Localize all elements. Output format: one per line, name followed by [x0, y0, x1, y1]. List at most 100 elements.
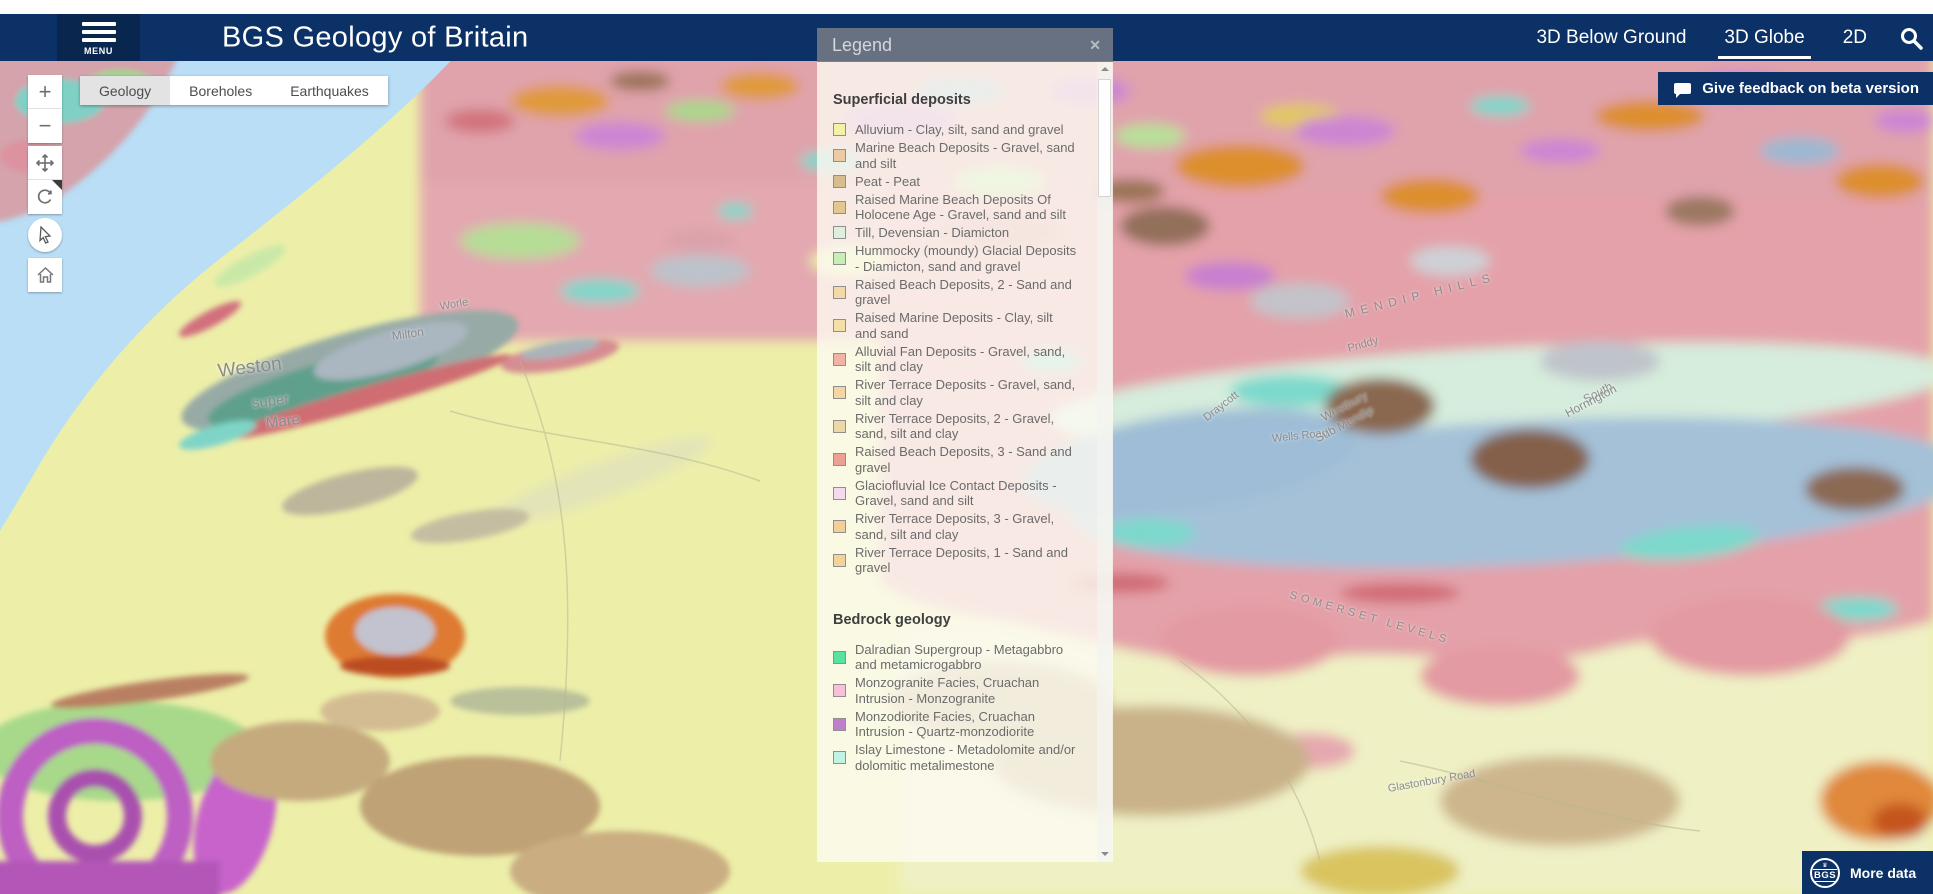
legend-color-swatch — [833, 252, 846, 265]
legend-color-swatch — [833, 386, 846, 399]
feedback-label: Give feedback on beta version — [1702, 80, 1919, 97]
minus-icon: − — [38, 113, 52, 138]
rotate-button[interactable] — [28, 180, 62, 214]
pointer-tool-button[interactable] — [28, 218, 62, 252]
legend-item: Raised Beach Deposits, 3 - Sand and grav… — [833, 444, 1077, 475]
legend-item-label: Alluvial Fan Deposits - Gravel, sand, si… — [855, 343, 1066, 375]
legend-item-label: Marine Beach Deposits - Gravel, sand and… — [855, 140, 1075, 171]
legend-color-swatch — [833, 751, 846, 764]
layer-tab[interactable]: Earthquakes — [271, 76, 388, 105]
feedback-button[interactable]: Give feedback on beta version — [1658, 72, 1933, 105]
legend-color-swatch — [833, 352, 846, 366]
legend-color-swatch — [833, 553, 846, 567]
legend-item: Marine Beach Deposits - Gravel, sand and… — [833, 140, 1077, 171]
legend-item: Monzodiorite Facies, Cruachan Intrusion … — [833, 709, 1077, 740]
legend-item: Dalradian Supergroup - Metagabbro and me… — [833, 642, 1077, 673]
legend-item-label: Islay Limestone - Metadolomite and/or do… — [855, 742, 1076, 773]
legend-color-swatch — [833, 174, 846, 188]
legend-item: Till, Devensian - Diamicton — [833, 225, 1077, 241]
view-mode-item[interactable]: 3D Globe — [1718, 27, 1812, 59]
zoom-in-button[interactable]: + — [28, 75, 62, 109]
legend-item: Raised Marine Deposits - Clay, silt and … — [833, 310, 1077, 341]
zoom-out-button[interactable]: − — [28, 109, 62, 143]
legend-color-swatch — [833, 149, 846, 162]
more-data-label: More data — [1850, 864, 1917, 881]
legend-item-label: Till, Devensian - Diamicton — [855, 225, 1010, 240]
legend-item-label: Glaciofluvial Ice Contact Deposits - Gra… — [855, 477, 1057, 509]
legend-item: Alluvium - Clay, silt, sand and gravel — [833, 122, 1077, 138]
page-title: BGS Geology of Britain — [222, 21, 529, 53]
legend-item-label: Raised Marine Beach Deposits Of Holocene… — [855, 191, 1067, 223]
legend-item-label: River Terrace Deposits, 1 - Sand and gra… — [855, 544, 1068, 576]
legend-item: River Terrace Deposits, 1 - Sand and gra… — [833, 545, 1077, 576]
legend-section-title: Superficial deposits — [833, 92, 971, 108]
view-mode-nav: 3D Below Ground 3D Globe 2D — [1536, 14, 1867, 61]
layer-tab[interactable]: Geology — [80, 76, 171, 105]
legend-item: Hummocky (moundy) Glacial Deposits - Dia… — [833, 243, 1077, 274]
legend-color-swatch — [833, 200, 846, 214]
legend-item: Raised Beach Deposits, 2 - Sand and grav… — [833, 277, 1077, 308]
legend-item-label: Monzodiorite Facies, Cruachan Intrusion … — [855, 708, 1035, 740]
legend-color-swatch — [833, 319, 846, 332]
rotate-arrow-icon — [37, 189, 52, 204]
speech-bubble-icon — [1674, 83, 1692, 98]
legend-item: Glaciofluvial Ice Contact Deposits - Gra… — [833, 478, 1077, 509]
search-icon[interactable] — [1899, 26, 1923, 50]
legend-color-swatch — [833, 650, 846, 664]
legend-item: River Terrace Deposits - Gravel, sand, s… — [833, 377, 1077, 408]
legend-item-label: Monzogranite Facies, Cruachan Intrusion … — [855, 675, 1040, 706]
legend-color-swatch — [833, 226, 846, 240]
legend-item: Islay Limestone - Metadolomite and/or do… — [833, 742, 1077, 773]
more-data-button[interactable]: ♛ BGS More data — [1802, 851, 1933, 894]
legend-item-label: Alluvium - Clay, silt, sand and gravel — [855, 122, 1064, 137]
legend-body: Superficial deposits Alluvium - Clay, si… — [817, 62, 1113, 862]
pan-button[interactable] — [28, 146, 62, 180]
legend-item: Monzogranite Facies, Cruachan Intrusion … — [833, 675, 1077, 706]
legend-item-label: River Terrace Deposits, 2 - Gravel, sand… — [855, 410, 1055, 442]
move-arrows-icon — [35, 153, 55, 172]
house-icon — [36, 266, 54, 283]
view-mode-item[interactable]: 3D Below Ground — [1536, 27, 1686, 49]
legend-superficial-list: Alluvium - Clay, silt, sand and gravel M… — [833, 122, 1077, 576]
legend-item-label: Raised Beach Deposits, 2 - Sand and grav… — [855, 276, 1072, 308]
legend-color-swatch — [833, 285, 846, 299]
legend-item: Raised Marine Beach Deposits Of Holocene… — [833, 192, 1077, 223]
hamburger-icon — [81, 21, 116, 26]
legend-item: Alluvial Fan Deposits - Gravel, sand, si… — [833, 344, 1077, 375]
legend-color-swatch — [833, 419, 846, 433]
scroll-up-arrow[interactable] — [1097, 63, 1112, 78]
legend-header[interactable]: Legend ✕ — [817, 28, 1113, 62]
legend-item: Peat - Peat — [833, 174, 1077, 190]
menu-label: MENU — [84, 45, 113, 56]
home-button[interactable] — [28, 258, 62, 292]
legend-color-swatch — [833, 717, 846, 731]
legend-color-swatch — [833, 520, 846, 533]
legend-item-label: Raised Marine Deposits - Clay, silt and … — [855, 310, 1053, 341]
legend-item-label: River Terrace Deposits - Gravel, sand, s… — [855, 377, 1076, 408]
scroll-down-arrow[interactable] — [1097, 846, 1112, 861]
legend-item: River Terrace Deposits, 2 - Gravel, sand… — [833, 411, 1077, 442]
legend-color-swatch — [833, 684, 846, 697]
legend-item-label: Raised Beach Deposits, 3 - Sand and grav… — [855, 444, 1072, 475]
cursor-arrow-icon — [39, 226, 52, 244]
legend-color-swatch — [833, 453, 846, 466]
close-icon[interactable]: ✕ — [1089, 37, 1101, 54]
menu-button[interactable]: MENU — [57, 14, 140, 61]
legend-item-label: River Terrace Deposits, 3 - Gravel, sand… — [855, 511, 1055, 542]
bgs-logo: ♛ BGS — [1810, 857, 1840, 888]
legend-bedrock-list: Dalradian Supergroup - Metagabbro and me… — [833, 642, 1077, 774]
legend-panel: Legend ✕ Superficial deposits Alluvium -… — [817, 28, 1113, 862]
layer-tab[interactable]: Boreholes — [170, 76, 271, 105]
legend-item-label: Peat - Peat — [855, 173, 921, 189]
legend-color-swatch — [833, 123, 846, 137]
legend-color-swatch — [833, 486, 846, 500]
scrollbar-thumb[interactable] — [1098, 79, 1111, 197]
legend-section-title: Bedrock geology — [833, 611, 951, 628]
layer-tabs: Geology Boreholes Earthquakes — [80, 76, 388, 105]
legend-title: Legend — [832, 34, 893, 55]
view-mode-item[interactable]: 2D — [1843, 27, 1867, 49]
legend-item-label: Hummocky (moundy) Glacial Deposits - Dia… — [855, 243, 1077, 274]
legend-scrollbar[interactable] — [1097, 62, 1112, 862]
legend-item-label: Dalradian Supergroup - Metagabbro and me… — [855, 641, 1064, 673]
legend-item: River Terrace Deposits, 3 - Gravel, sand… — [833, 511, 1077, 542]
